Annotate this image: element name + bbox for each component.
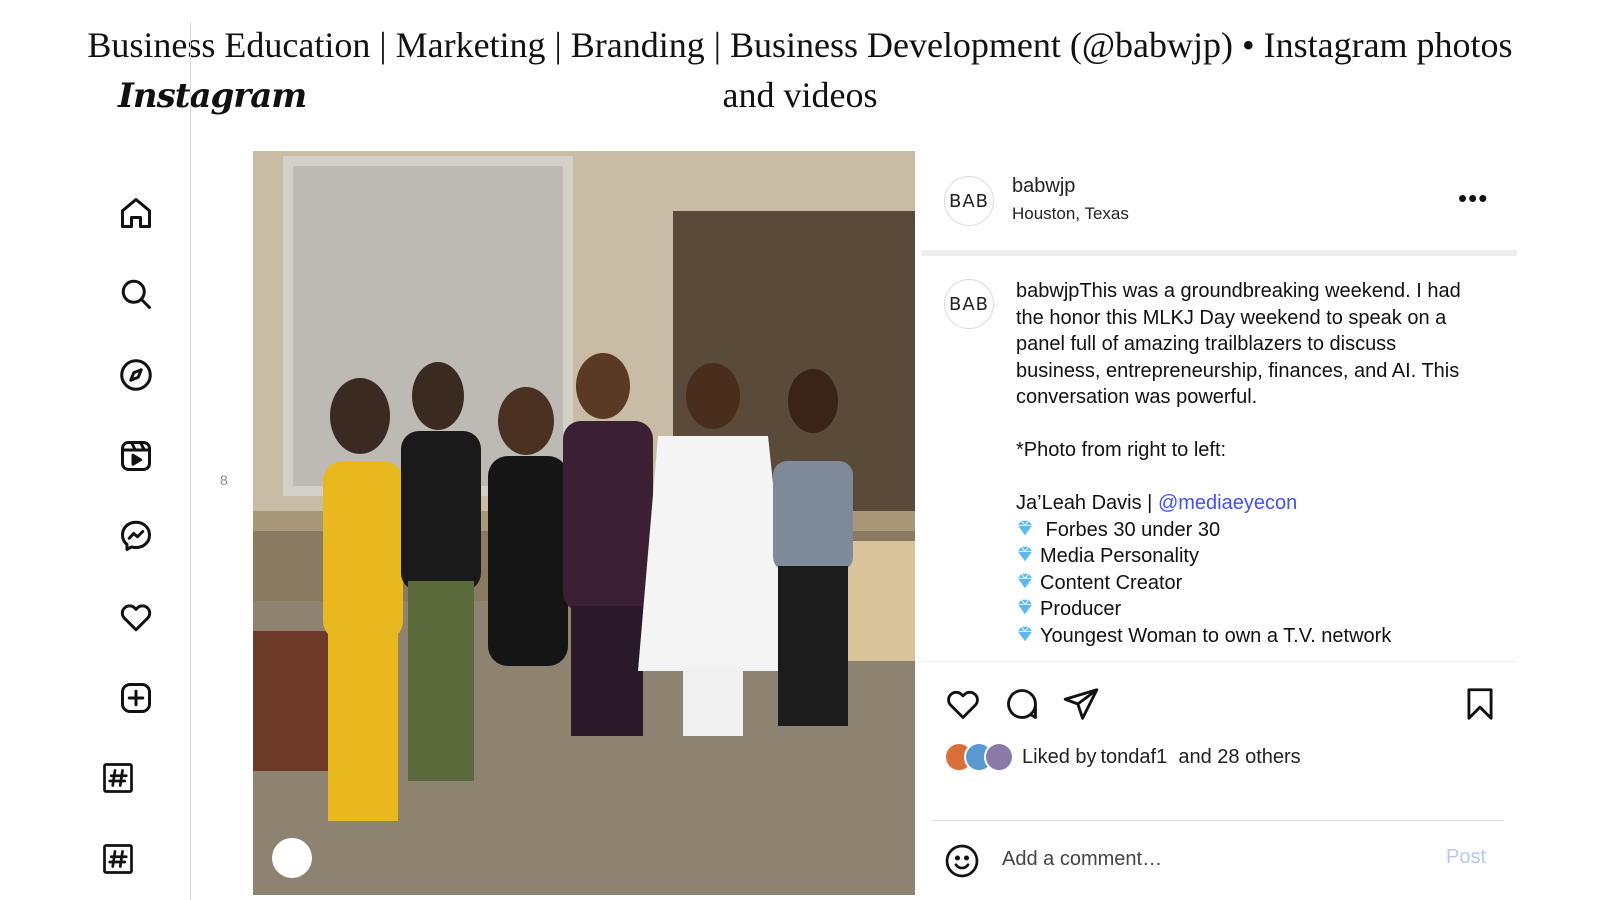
caption-intro: babwjpThis was a groundbreaking weekend.… [1016, 280, 1461, 408]
more-options-icon[interactable]: ••• [1458, 185, 1488, 211]
diamond-icon [1016, 597, 1034, 615]
search-icon[interactable] [118, 276, 154, 312]
sidebar-divider [190, 22, 191, 900]
likes-others[interactable]: and 28 others [1167, 746, 1300, 769]
home-icon[interactable] [118, 195, 154, 231]
comment-divider [932, 820, 1504, 821]
caption-bullet: Forbes 30 under 30 [1016, 517, 1476, 544]
post-photo[interactable] [253, 151, 915, 895]
caption-bullet: Youngest Woman to own a T.V. network [1016, 623, 1476, 650]
mention-link[interactable]: @mediaeyecon [1158, 492, 1297, 514]
diamond-icon [1016, 571, 1034, 589]
caption-username[interactable]: babwjp [1016, 280, 1079, 302]
explore-icon[interactable] [118, 357, 154, 393]
post-location[interactable]: Houston, Texas [1012, 204, 1129, 224]
caption-avatar[interactable]: BAB [944, 279, 994, 329]
likes-prefix: Liked by [1022, 745, 1097, 768]
messenger-icon[interactable] [118, 518, 154, 554]
caption-bullet: Media Personality [1016, 543, 1476, 570]
post-comment-button[interactable]: Post [1446, 846, 1486, 869]
diamond-icon [1016, 624, 1034, 642]
notifications-heart-icon[interactable] [118, 599, 154, 635]
comment-icon[interactable] [1003, 685, 1041, 723]
diamond-icon [1016, 544, 1034, 562]
header-divider [921, 250, 1517, 256]
instagram-logo[interactable]: Instagram [118, 76, 307, 116]
side-marker: 8 [220, 472, 228, 488]
liker-avatar[interactable] [984, 742, 1014, 772]
caption-bullet: Content Creator [1016, 570, 1476, 597]
liker-username[interactable]: tondaf1 [1101, 746, 1168, 769]
create-icon[interactable] [118, 680, 154, 716]
post-username[interactable]: babwjp [1012, 175, 1075, 198]
actions-divider [921, 661, 1517, 662]
diamond-icon [1016, 518, 1034, 536]
avatar[interactable]: BAB [944, 176, 994, 226]
hashtag-icon[interactable] [100, 760, 136, 796]
share-icon[interactable] [1062, 685, 1100, 723]
emoji-icon[interactable] [944, 843, 980, 879]
reels-icon[interactable] [118, 438, 154, 474]
bookmark-icon[interactable] [1461, 685, 1499, 723]
carousel-indicator[interactable] [272, 838, 312, 878]
caption-bullet: Producer [1016, 596, 1476, 623]
caption-person: Ja’Leah Davis | @mediaeyecon [1016, 492, 1298, 514]
post-caption: babwjpThis was a groundbreaking weekend.… [1016, 278, 1476, 649]
like-heart-icon[interactable] [944, 685, 982, 723]
hashtag-icon[interactable] [100, 841, 136, 877]
likes-summary: Liked by tondaf1 and 28 others [944, 742, 1301, 772]
comment-input[interactable] [1000, 843, 1404, 875]
caption-photo-note: *Photo from right to left: [1016, 439, 1227, 461]
